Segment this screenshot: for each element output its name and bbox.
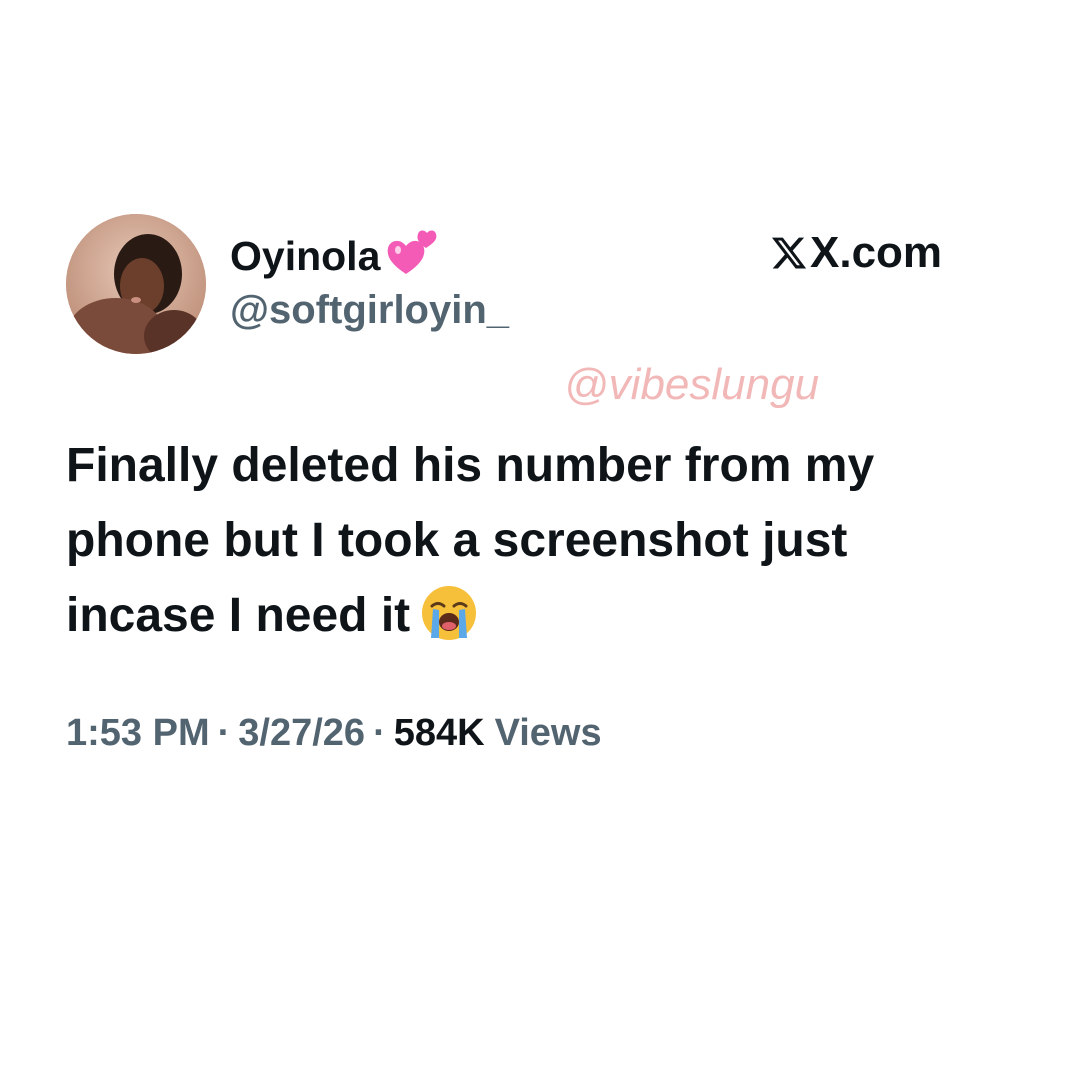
tweet-card: Oyinola @softgirloyin_ X.com @vibeslungu… [0, 0, 1080, 1080]
tweet-text-line: Finally deleted his number from my [66, 439, 875, 492]
views-count[interactable]: 584K [394, 712, 485, 755]
tweet-text-line-last: incase I need it [66, 578, 986, 653]
x-logo-icon [771, 237, 807, 269]
meta-separator: · [373, 712, 386, 754]
tweet-text-line: phone but I took a screenshot just [66, 514, 848, 567]
author-name-row[interactable]: Oyinola [230, 226, 440, 286]
profile-photo [66, 214, 206, 354]
site-label: X.com [770, 228, 942, 278]
author-handle[interactable]: @softgirloyin_ [230, 288, 509, 333]
tweet-text: Finally deleted his number from my phone… [66, 428, 986, 653]
two-hearts-emoji-icon [388, 230, 437, 274]
tweet-time[interactable]: 1:53 PM [66, 712, 210, 755]
author-display-name[interactable]: Oyinola [230, 233, 380, 280]
avatar[interactable] [66, 214, 206, 354]
site-label-text: X.com [810, 228, 943, 277]
loudly-crying-face-emoji-icon [422, 586, 477, 641]
meta-separator: · [217, 712, 231, 754]
tweet-date[interactable]: 3/27/26 [238, 712, 365, 755]
tweet-meta: 1:53 PM · 3/27/26 · 584K Views [66, 712, 602, 755]
watermark-text: @vibeslungu [564, 360, 820, 409]
views-label: Views [494, 712, 602, 754]
tweet-text-line-content: incase I need it [66, 589, 411, 642]
